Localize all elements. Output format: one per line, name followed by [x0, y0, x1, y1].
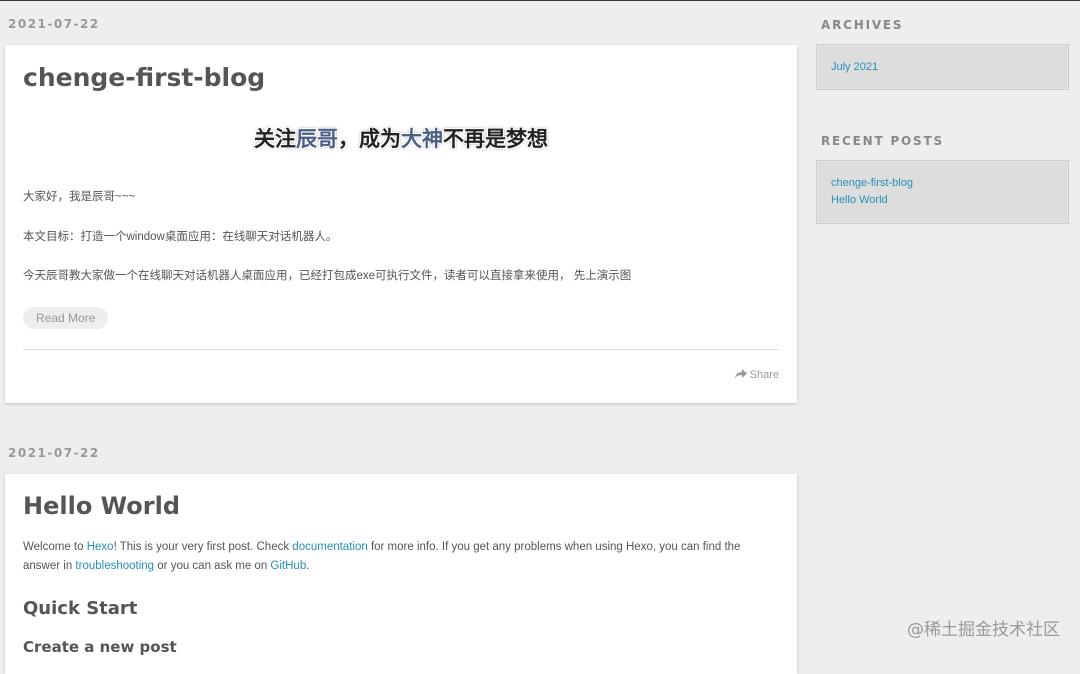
intro-text: ! This is your very first post. Check	[113, 541, 293, 553]
section-heading: Quick Start	[23, 598, 138, 619]
subsection-heading: Create a new post	[23, 638, 177, 656]
recent-posts-box: chenge-first-blog Hello World	[816, 160, 1069, 224]
intro-text: Welcome to	[23, 541, 87, 553]
post-date: 2021-07-22	[8, 446, 100, 460]
post-paragraph: 大家好，我是辰哥~~~	[23, 191, 136, 203]
watermark: @稀土掘金技术社区	[907, 620, 1060, 640]
archive-link[interactable]: July 2021	[831, 59, 1068, 76]
archives-box: July 2021	[816, 44, 1069, 90]
post-paragraph: 今天辰哥教大家做一个在线聊天对话机器人桌面应用，已经打包成exe可执行文件，读者…	[23, 270, 632, 282]
recent-post-link[interactable]: chenge-first-blog	[831, 175, 1068, 192]
troubleshooting-link[interactable]: troubleshooting	[75, 560, 154, 572]
share-button[interactable]: Share	[734, 369, 779, 381]
banner-text: 不再是梦想	[443, 127, 548, 151]
banner-text: 关注	[254, 127, 296, 151]
post-date: 2021-07-22	[8, 17, 100, 31]
banner-text: ，成为	[338, 127, 401, 151]
post-card: Hello World Welcome to Hexo! This is you…	[5, 474, 797, 674]
divider	[23, 349, 779, 350]
recent-post-link[interactable]: Hello World	[831, 192, 1068, 209]
hexo-link[interactable]: Hexo	[87, 541, 114, 553]
documentation-link[interactable]: documentation	[292, 541, 367, 553]
share-label: Share	[749, 369, 779, 381]
share-arrow-icon	[734, 369, 747, 379]
recent-posts-title: RECENT POSTS	[821, 134, 944, 148]
post-paragraph: 本文目标：打造一个window桌面应用：在线聊天对话机器人。	[23, 231, 338, 243]
banner-text: 辰哥	[296, 127, 338, 151]
post-title[interactable]: chenge-first-blog	[23, 63, 265, 92]
banner-text: 大神	[401, 127, 443, 151]
post-card: chenge-first-blog 关注辰哥，成为大神不再是梦想 大家好，我是辰…	[5, 45, 797, 403]
read-more-button[interactable]: Read More	[23, 307, 109, 329]
post-banner-image: 关注辰哥，成为大神不再是梦想	[5, 123, 797, 153]
intro-text: or you can ask me on	[154, 560, 271, 572]
intro-text: .	[306, 560, 310, 572]
archives-title: ARCHIVES	[821, 18, 904, 32]
post-title[interactable]: Hello World	[23, 492, 180, 520]
github-link[interactable]: GitHub	[270, 560, 306, 572]
post-paragraph: Welcome to Hexo! This is your very first…	[23, 538, 779, 576]
